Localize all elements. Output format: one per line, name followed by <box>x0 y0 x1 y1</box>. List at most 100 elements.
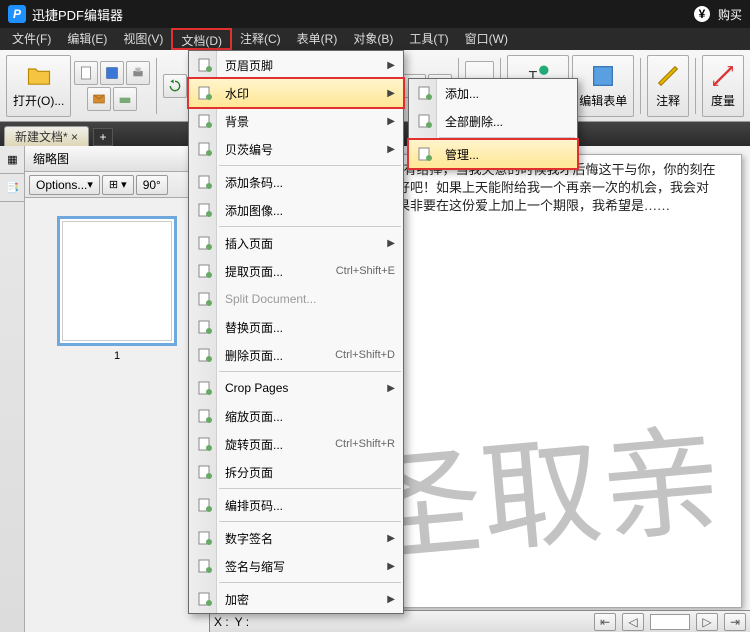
mail-icon <box>91 91 107 107</box>
nav-first-button[interactable]: ⇤ <box>594 613 616 631</box>
coin-icon[interactable]: ¥ <box>694 6 710 22</box>
sidebar-rotate-dropdown[interactable]: 90° <box>136 175 168 195</box>
new-doc-button[interactable] <box>74 61 98 85</box>
nav-last-button[interactable]: ⇥ <box>724 613 746 631</box>
doc-menu-item-11[interactable]: 替换页面... <box>189 313 403 341</box>
menu-item-label: 编排页码... <box>225 497 395 514</box>
undo-button[interactable] <box>163 74 187 98</box>
printer-icon <box>130 65 146 81</box>
menu-form[interactable]: 表单(R) <box>289 28 346 50</box>
menu-item-label: Crop Pages <box>225 381 379 395</box>
doc-menu-item-15[interactable]: 缩放页面... <box>189 402 403 430</box>
doc-menu-item-17[interactable]: 拆分页面 <box>189 458 403 486</box>
doc-menu-item-12[interactable]: 删除页面...Ctrl+Shift+D <box>189 341 403 369</box>
menu-view[interactable]: 视图(V) <box>115 28 171 50</box>
submenu-arrow-icon: ▶ <box>387 594 395 605</box>
menu-item-icon <box>193 53 217 77</box>
doc-menu-item-16[interactable]: 旋转页面...Ctrl+Shift+R <box>189 430 403 458</box>
doc-menu-item-2[interactable]: 背景▶ <box>189 107 403 135</box>
titlebar: P 迅捷PDF编辑器 ¥ 购买 <box>0 0 750 28</box>
menu-file[interactable]: 文件(F) <box>4 28 59 50</box>
sidebar-zoom-dropdown[interactable]: ⊞ ▾ <box>102 175 134 195</box>
doc-menu-item-10: Split Document... <box>189 285 403 313</box>
menu-tools[interactable]: 工具(T) <box>401 28 456 50</box>
save-icon <box>104 65 120 81</box>
doc-menu-item-24[interactable]: 加密 ▶ <box>189 585 403 613</box>
menu-item-icon <box>193 109 217 133</box>
sidebar-options-dropdown[interactable]: Options... ▾ <box>29 175 100 195</box>
buy-label[interactable]: 购买 <box>718 6 742 23</box>
watermark-sub-item-0[interactable]: 添加... <box>409 79 577 107</box>
watermark-submenu: 添加... 全部删除... 管理... <box>408 78 578 169</box>
menu-item-label: 插入页面 <box>225 235 379 252</box>
submenu-arrow-icon: ▶ <box>387 88 395 99</box>
menu-item-shortcut: Ctrl+Shift+D <box>335 349 395 361</box>
menu-item-icon <box>413 81 437 105</box>
sidebar-header: 缩略图 <box>25 146 209 172</box>
open-button[interactable]: 打开(O)... <box>6 55 71 117</box>
nav-next-button[interactable]: ▷ <box>696 613 718 631</box>
menu-item-icon <box>413 109 437 133</box>
coord-x-label: X : <box>214 615 229 629</box>
menu-item-label: 加密 <box>225 591 379 608</box>
doc-menu-item-6[interactable]: 添加图像... <box>189 196 403 224</box>
menu-item-icon <box>193 259 217 283</box>
submenu-arrow-icon: ▶ <box>387 116 395 127</box>
doc-menu-item-22[interactable]: 签名与缩写▶ <box>189 552 403 580</box>
doc-menu-item-3[interactable]: 贝茨编号▶ <box>189 135 403 163</box>
doc-menu-item-0[interactable]: 页眉页脚 ▶ <box>189 51 403 79</box>
menu-item-label: 管理... <box>445 146 569 163</box>
menu-item-icon <box>193 343 217 367</box>
page-thumbnail-1[interactable]: 1 <box>57 216 177 362</box>
menu-item-label: 全部删除... <box>445 113 569 130</box>
menu-item-icon <box>193 587 217 611</box>
menu-item-label: 页眉页脚 <box>225 57 379 74</box>
menu-item-label: Split Document... <box>225 292 395 306</box>
menu-item-icon <box>193 315 217 339</box>
submenu-arrow-icon: ▶ <box>387 561 395 572</box>
edit-form-button[interactable]: 编辑表单 <box>572 55 634 117</box>
menu-document[interactable]: 文档(D) <box>171 28 232 50</box>
menu-item-icon <box>193 404 217 428</box>
save-button[interactable] <box>100 61 124 85</box>
menu-comment[interactable]: 注释(C) <box>232 28 289 50</box>
scan-button[interactable] <box>113 87 137 111</box>
watermark-sub-item-1[interactable]: 全部删除... <box>409 107 577 135</box>
measure-button[interactable]: 度量 <box>702 55 744 117</box>
submenu-arrow-icon: ▶ <box>387 383 395 394</box>
menu-item-icon <box>193 231 217 255</box>
add-tab-button[interactable]: + <box>93 128 113 146</box>
menu-item-icon <box>193 554 217 578</box>
menu-object[interactable]: 对象(B) <box>345 28 401 50</box>
submenu-arrow-icon: ▶ <box>387 60 395 71</box>
doc-menu-item-5[interactable]: 添加条码... <box>189 168 403 196</box>
menu-item-icon <box>193 493 217 517</box>
menu-item-icon <box>193 198 217 222</box>
menu-item-icon <box>413 142 437 166</box>
watermark-sub-item-3[interactable]: 管理... <box>409 140 577 168</box>
menu-item-label: 缩放页面... <box>225 408 395 425</box>
doc-menu-item-14[interactable]: Crop Pages ▶ <box>189 374 403 402</box>
submenu-arrow-icon: ▶ <box>387 238 395 249</box>
sidebar-tab-thumb[interactable]: ▦ <box>0 146 25 174</box>
doc-tab-1[interactable]: 新建文档* × <box>4 126 89 146</box>
menu-item-icon <box>193 376 217 400</box>
menu-window[interactable]: 窗口(W) <box>457 28 516 50</box>
doc-menu-item-8[interactable]: 插入页面 ▶ <box>189 229 403 257</box>
doc-menu-item-19[interactable]: 编排页码... <box>189 491 403 519</box>
menu-edit[interactable]: 编辑(E) <box>59 28 115 50</box>
annotate-button[interactable]: 注释 <box>647 55 689 117</box>
print-button[interactable] <box>126 61 150 85</box>
doc-menu-item-1[interactable]: 水印▶ <box>189 79 403 107</box>
submenu-arrow-icon: ▶ <box>387 533 395 544</box>
menu-item-label: 拆分页面 <box>225 464 395 481</box>
doc-menu-item-21[interactable]: 数字签名▶ <box>189 524 403 552</box>
nav-prev-button[interactable]: ◁ <box>622 613 644 631</box>
menu-item-label: 贝茨编号 <box>225 141 379 158</box>
menu-item-icon <box>193 460 217 484</box>
page-number-input[interactable] <box>650 614 690 630</box>
doc-menu-item-9[interactable]: 提取页面...Ctrl+Shift+E <box>189 257 403 285</box>
sidebar-tab-bookmarks[interactable]: 📑 <box>0 174 25 202</box>
email-button[interactable] <box>87 87 111 111</box>
menu-item-shortcut: Ctrl+Shift+E <box>336 265 395 277</box>
